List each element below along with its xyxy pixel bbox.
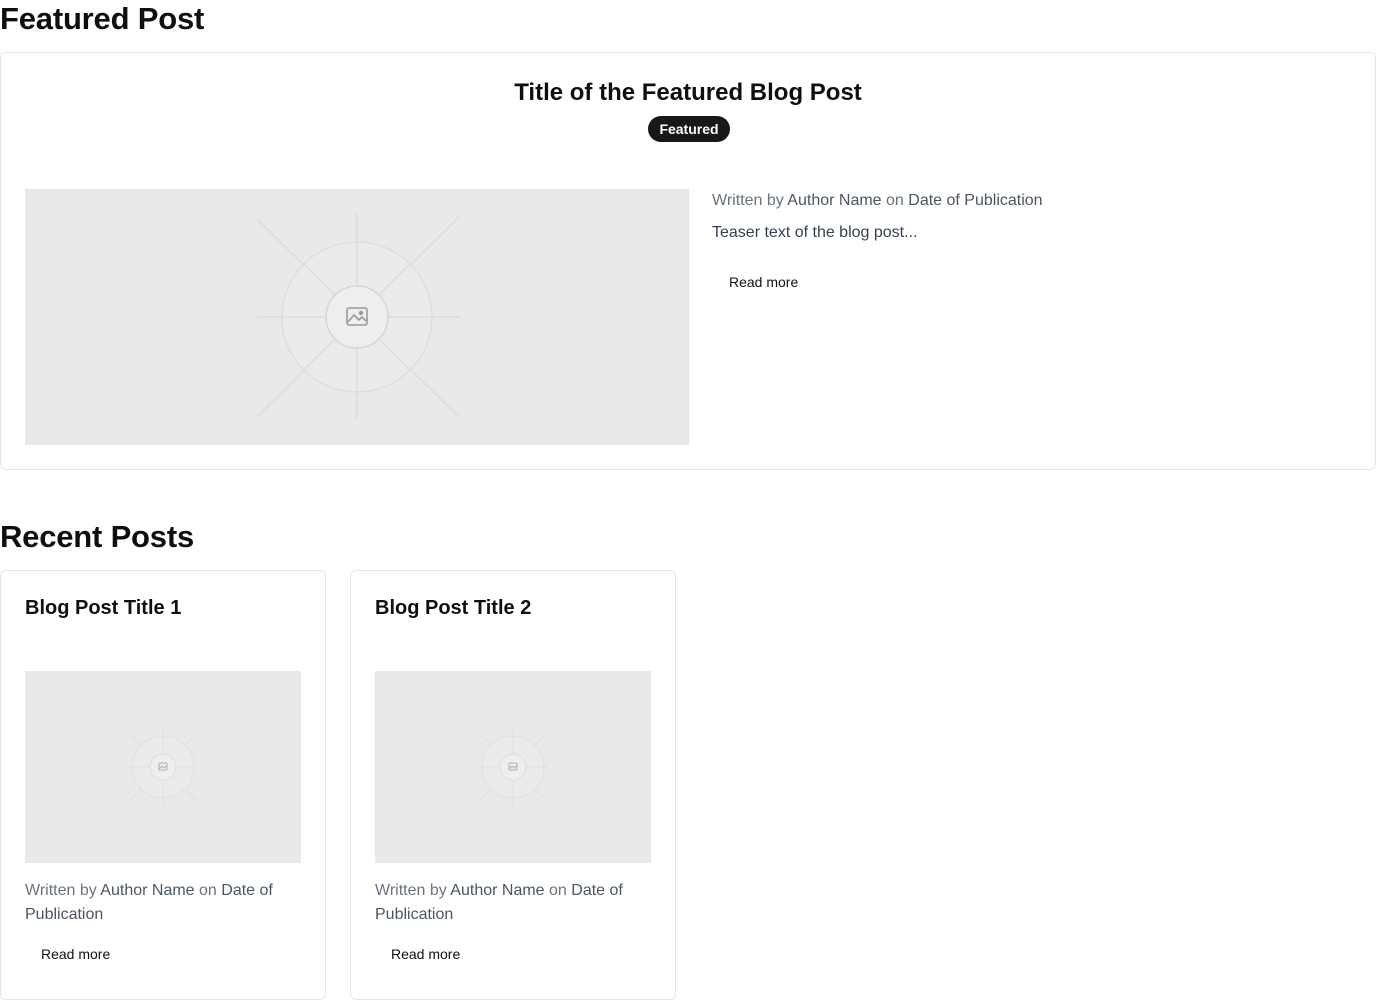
recent-post-byline: Written by Author Name on Date of Public… (375, 879, 655, 927)
recent-section-heading: Recent Posts (0, 519, 194, 554)
recent-post-title[interactable]: Blog Post Title 1 (25, 597, 181, 620)
featured-post-byline: Written by Author Name on Date of Public… (712, 189, 1043, 213)
byline-prefix: Written by (375, 882, 447, 899)
author-link[interactable]: Author Name (787, 192, 881, 209)
recent-post-card: Blog Post Title 2 Written by Author Name (350, 570, 676, 1000)
featured-section-heading: Featured Post (0, 1, 205, 36)
featured-read-more-button[interactable]: Read more (713, 270, 814, 294)
author-link[interactable]: Author Name (450, 882, 544, 899)
byline-prefix: Written by (25, 882, 97, 899)
byline-joiner: on (549, 882, 567, 899)
image-placeholder-icon (256, 213, 461, 419)
featured-post-image[interactable] (25, 189, 689, 445)
featured-post-card: Title of the Featured Blog Post Featured (0, 52, 1376, 470)
featured-post-title[interactable]: Title of the Featured Blog Post (1, 79, 1375, 107)
byline-prefix: Written by (712, 192, 784, 209)
author-link[interactable]: Author Name (100, 882, 194, 899)
image-placeholder-icon (478, 729, 548, 805)
featured-post-teaser: Teaser text of the blog post... (712, 224, 918, 241)
image-placeholder-icon (128, 729, 198, 805)
recent-post-card: Blog Post Title 1 Written by Author Name (0, 570, 326, 1000)
byline-joiner: on (199, 882, 217, 899)
recent-post-title[interactable]: Blog Post Title 2 (375, 597, 531, 620)
recent-post-image[interactable] (25, 671, 301, 863)
recent-post-image[interactable] (375, 671, 651, 863)
featured-badge: Featured (648, 116, 730, 142)
recent-read-more-button[interactable]: Read more (375, 942, 476, 966)
recent-read-more-button[interactable]: Read more (25, 942, 126, 966)
publication-date: Date of Publication (908, 192, 1043, 209)
byline-joiner: on (886, 192, 904, 209)
recent-post-byline: Written by Author Name on Date of Public… (25, 879, 305, 927)
